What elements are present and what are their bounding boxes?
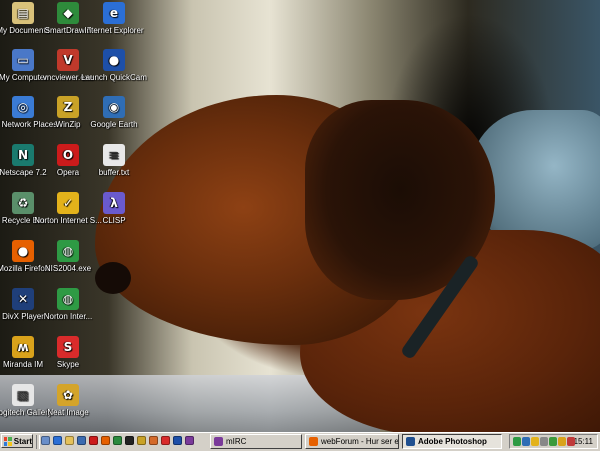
taskbar: Start mIRC webForum - Hur ser era ... Adob… (0, 432, 600, 451)
taskbar-task-button[interactable]: webForum - Hur ser era ... (305, 434, 399, 449)
neat-image-icon: ✿ (57, 384, 79, 406)
desktop-icon-label: NIS2004.exe (44, 264, 92, 273)
start-button[interactable]: Start (1, 434, 33, 448)
desktop-icon-label: buffer.txt (98, 168, 130, 177)
norton-tray-icon[interactable] (513, 437, 521, 446)
desktop-icon-label: Neat Image (47, 408, 89, 417)
skype-icon: S (57, 336, 79, 358)
text-file-icon: ≡ (103, 144, 125, 166)
mirc-icon[interactable] (185, 436, 194, 445)
taskbar-task-button[interactable]: Adobe Photoshop (402, 434, 502, 449)
update-tray-icon[interactable] (567, 437, 575, 446)
google-earth-icon: ◉ (103, 96, 125, 118)
outlook-icon[interactable] (77, 436, 86, 445)
desktop-icon[interactable]: S Skype (30, 336, 106, 370)
task-label: Adobe Photoshop (418, 437, 487, 446)
taskbar-separator (36, 435, 40, 449)
task-label: mIRC (226, 437, 247, 446)
folder-icon[interactable] (65, 436, 74, 445)
desktop-icon[interactable]: e Internet Explorer (76, 2, 152, 36)
windows-logo-icon (4, 436, 12, 446)
miranda-tray-icon[interactable] (558, 437, 566, 446)
winzip-icon[interactable] (137, 436, 146, 445)
firefox-icon[interactable] (101, 436, 110, 445)
task-label: webForum - Hur ser era ... (321, 437, 399, 446)
internet-explorer-icon: e (103, 2, 125, 24)
messenger-tray-icon[interactable] (549, 437, 557, 446)
desktop-icon-label: Internet Explorer (84, 26, 144, 35)
clisp-icon: λ (103, 192, 125, 214)
quickcam-icon: ● (103, 49, 125, 71)
desktop-icon-label: CLISP (102, 216, 126, 225)
internet-explorer-icon[interactable] (53, 436, 62, 445)
terminal-icon[interactable] (125, 436, 134, 445)
taskbar-task-button[interactable]: mIRC (210, 434, 302, 449)
system-tray: 15:11 (509, 434, 598, 449)
desktop-icon-label: Skype (56, 360, 80, 369)
desktop-icon[interactable]: ✿ Neat Image (30, 384, 106, 418)
nis2004-icon: ◍ (57, 240, 79, 262)
opera-icon[interactable] (89, 436, 98, 445)
volume-tray-icon[interactable] (540, 437, 548, 446)
desktop-icon[interactable]: ◍ NIS2004.exe (30, 240, 106, 274)
shield-tray-icon[interactable] (531, 437, 539, 446)
clock[interactable]: 15:11 (574, 437, 593, 446)
desktop-icon[interactable]: ◍ Norton Inter... (30, 288, 106, 322)
quickcam-icon[interactable] (173, 436, 182, 445)
desktop-icon[interactable]: ◉ Google Earth (76, 96, 152, 130)
media-player-icon[interactable] (113, 436, 122, 445)
desktop-icon[interactable]: ≡ buffer.txt (76, 144, 152, 178)
desktop-icon-label: Norton Inter... (43, 312, 93, 321)
desktop-icon[interactable]: ● Launch QuickCam (76, 49, 152, 83)
skype-icon[interactable] (161, 436, 170, 445)
firefox-icon (309, 437, 318, 446)
norton-icon: ◍ (57, 288, 79, 310)
desktop-icon[interactable]: λ CLISP (76, 192, 152, 226)
photoshop-icon (406, 437, 415, 446)
mirc-icon (214, 437, 223, 446)
network-tray-icon[interactable] (522, 437, 530, 446)
show-desktop-icon[interactable] (41, 436, 50, 445)
desktop-icon-label: Launch QuickCam (81, 73, 147, 82)
desktop-icon-label: Google Earth (90, 120, 138, 129)
paint-icon[interactable] (149, 436, 158, 445)
start-label: Start (13, 436, 32, 446)
